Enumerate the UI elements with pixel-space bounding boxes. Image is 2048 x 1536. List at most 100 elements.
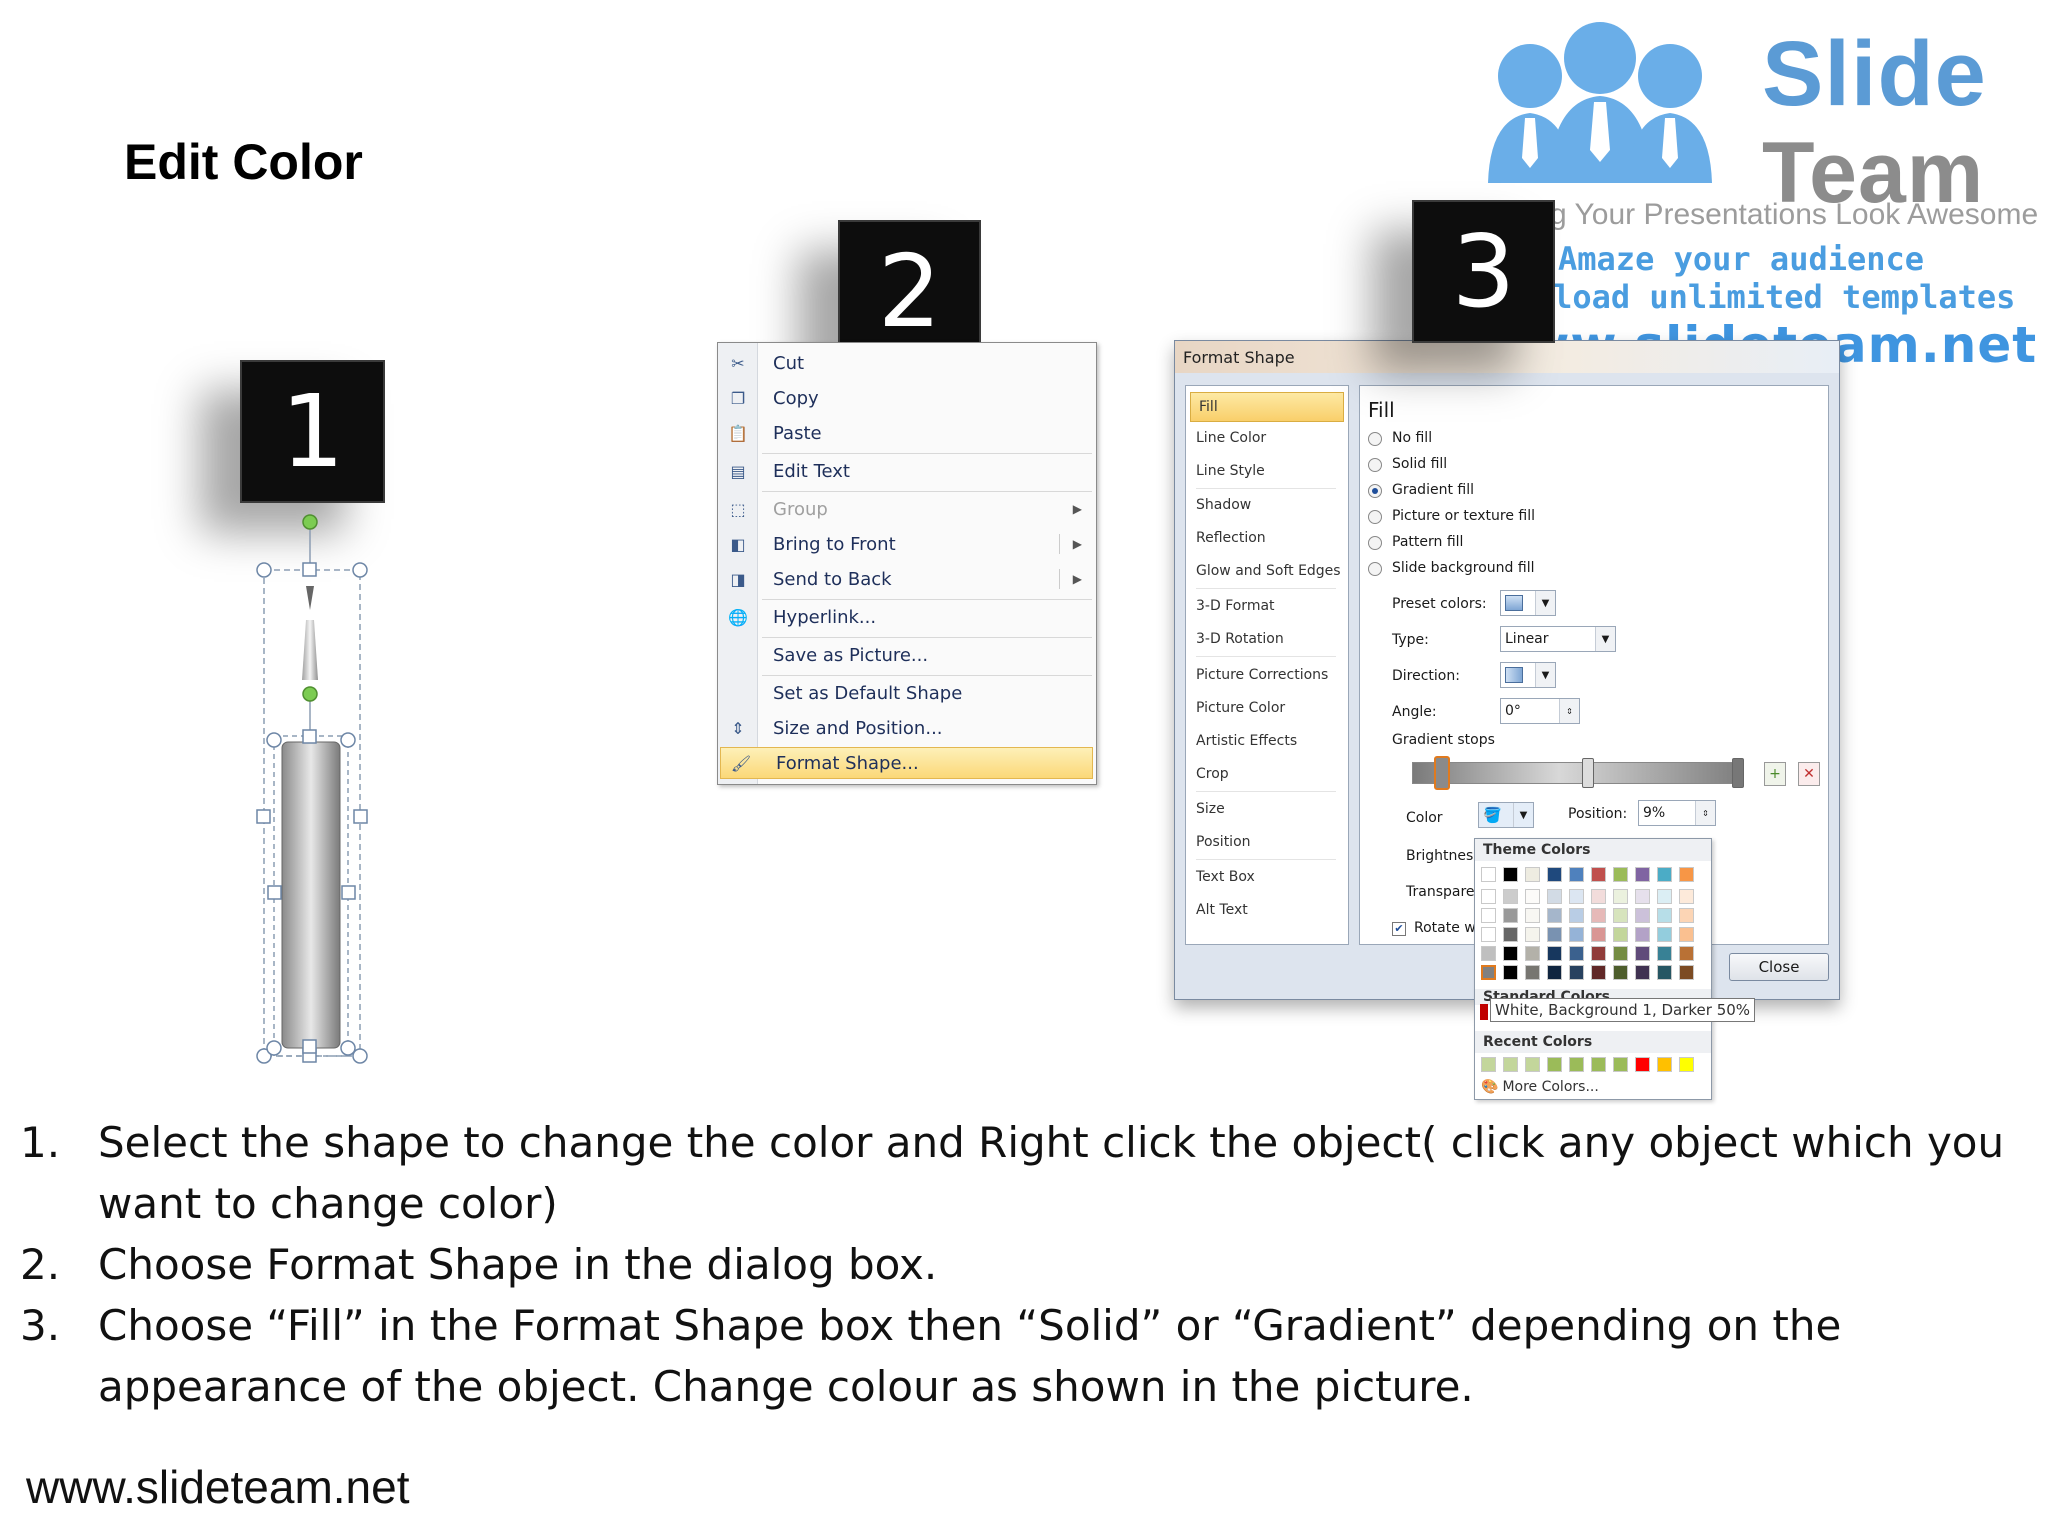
radio-solid-fill[interactable] <box>1368 458 1382 472</box>
nav-item-fill[interactable]: Fill <box>1190 392 1344 422</box>
menu-item-save-as-picture[interactable]: Save as Picture... <box>718 639 1096 671</box>
menu-item-bring-to-front[interactable]: ◧ Bring to Front ▶ <box>718 528 1096 560</box>
theme-color-swatch[interactable] <box>1481 965 1496 980</box>
theme-color-swatch[interactable] <box>1657 927 1672 942</box>
menu-item-cut[interactable]: ✂ Cut <box>718 347 1096 379</box>
nav-item-position[interactable]: Position <box>1196 834 1251 850</box>
theme-color-swatch[interactable] <box>1569 889 1584 904</box>
theme-color-swatch[interactable] <box>1569 946 1584 961</box>
gradient-stop[interactable] <box>1582 758 1594 788</box>
theme-color-swatch[interactable] <box>1481 889 1496 904</box>
more-colors-item[interactable]: 🎨 More Colors... <box>1481 1079 1599 1095</box>
direction-dropdown[interactable]: ▼ <box>1500 662 1556 688</box>
theme-color-swatch[interactable] <box>1679 946 1694 961</box>
nav-item-alt-text[interactable]: Alt Text <box>1196 902 1248 918</box>
recent-color-swatch[interactable] <box>1481 1057 1496 1072</box>
theme-color-swatch[interactable] <box>1679 908 1694 923</box>
menu-item-format-shape[interactable]: 🖌 Format Shape... <box>720 747 1093 779</box>
theme-color-swatch[interactable] <box>1657 946 1672 961</box>
theme-color-swatch[interactable] <box>1503 927 1518 942</box>
nav-item-reflection[interactable]: Reflection <box>1196 530 1266 546</box>
nav-item-line-style[interactable]: Line Style <box>1196 463 1265 479</box>
theme-color-swatch[interactable] <box>1547 889 1562 904</box>
recent-color-swatch[interactable] <box>1679 1057 1694 1072</box>
color-picker-button[interactable]: 🪣 ▼ <box>1478 802 1534 828</box>
theme-color-swatch[interactable] <box>1591 965 1606 980</box>
nav-item-picture-color[interactable]: Picture Color <box>1196 700 1285 716</box>
radio-no-fill[interactable] <box>1368 432 1382 446</box>
theme-color-swatch[interactable] <box>1635 946 1650 961</box>
nav-item-text-box[interactable]: Text Box <box>1196 869 1255 885</box>
recent-color-swatch[interactable] <box>1635 1057 1650 1072</box>
theme-color-swatch[interactable] <box>1547 946 1562 961</box>
theme-color-swatch[interactable] <box>1569 908 1584 923</box>
menu-item-hyperlink[interactable]: 🌐 Hyperlink... <box>718 601 1096 633</box>
theme-color-swatch[interactable] <box>1635 889 1650 904</box>
theme-color-swatch[interactable] <box>1657 867 1672 882</box>
gradient-stop-selected[interactable] <box>1434 756 1450 790</box>
position-spinner[interactable]: 9% ⇕ <box>1638 800 1716 826</box>
radio-picture-texture-fill[interactable] <box>1368 510 1382 524</box>
add-stop-icon[interactable]: + <box>1764 762 1786 786</box>
theme-color-swatch[interactable] <box>1613 867 1628 882</box>
theme-color-swatch[interactable] <box>1635 908 1650 923</box>
theme-color-swatch[interactable] <box>1657 889 1672 904</box>
theme-color-swatch[interactable] <box>1613 927 1628 942</box>
theme-color-swatch[interactable] <box>1481 927 1496 942</box>
theme-color-swatch[interactable] <box>1679 927 1694 942</box>
nav-item-line-color[interactable]: Line Color <box>1196 430 1266 446</box>
recent-color-swatch[interactable] <box>1569 1057 1584 1072</box>
recent-color-swatch[interactable] <box>1525 1057 1540 1072</box>
menu-item-edit-text[interactable]: ▤ Edit Text <box>718 455 1096 487</box>
theme-color-swatch[interactable] <box>1481 908 1496 923</box>
menu-item-group[interactable]: ⬚ Group ▶ <box>718 493 1096 525</box>
theme-color-swatch[interactable] <box>1679 889 1694 904</box>
nav-item-crop[interactable]: Crop <box>1196 766 1229 782</box>
theme-color-swatch[interactable] <box>1613 889 1628 904</box>
recent-color-swatch[interactable] <box>1657 1057 1672 1072</box>
theme-color-swatch[interactable] <box>1525 908 1540 923</box>
theme-color-swatch[interactable] <box>1679 867 1694 882</box>
menu-item-size-and-position[interactable]: ⇕ Size and Position... <box>718 712 1096 744</box>
selected-shape[interactable] <box>250 510 380 1070</box>
nav-item-3d-format[interactable]: 3-D Format <box>1196 598 1275 614</box>
theme-color-swatch[interactable] <box>1525 927 1540 942</box>
nav-item-artistic-effects[interactable]: Artistic Effects <box>1196 733 1297 749</box>
theme-color-swatch[interactable] <box>1525 946 1540 961</box>
theme-color-swatch[interactable] <box>1525 867 1540 882</box>
theme-color-swatch[interactable] <box>1503 908 1518 923</box>
theme-color-swatch[interactable] <box>1503 946 1518 961</box>
theme-color-swatch[interactable] <box>1547 908 1562 923</box>
menu-item-set-default-shape[interactable]: Set as Default Shape <box>718 677 1096 709</box>
theme-color-swatch[interactable] <box>1679 965 1694 980</box>
theme-color-swatch[interactable] <box>1481 867 1496 882</box>
close-button[interactable]: Close <box>1729 953 1829 981</box>
theme-color-swatch[interactable] <box>1613 965 1628 980</box>
theme-color-swatch[interactable] <box>1547 927 1562 942</box>
theme-color-swatch[interactable] <box>1591 927 1606 942</box>
theme-color-swatch[interactable] <box>1569 965 1584 980</box>
theme-color-swatch[interactable] <box>1503 965 1518 980</box>
theme-color-swatch[interactable] <box>1591 867 1606 882</box>
theme-color-swatch[interactable] <box>1635 927 1650 942</box>
preset-colors-dropdown[interactable]: ▼ <box>1500 590 1556 616</box>
nav-item-shadow[interactable]: Shadow <box>1196 497 1251 513</box>
gradient-stop[interactable] <box>1732 758 1744 788</box>
recent-color-swatch[interactable] <box>1503 1057 1518 1072</box>
rotate-checkbox[interactable]: ✔ <box>1392 922 1406 936</box>
recent-color-swatch[interactable] <box>1547 1057 1562 1072</box>
menu-item-send-to-back[interactable]: ◨ Send to Back ▶ <box>718 563 1096 595</box>
theme-color-swatch[interactable] <box>1525 965 1540 980</box>
gradient-stops-bar[interactable] <box>1412 762 1738 784</box>
theme-color-swatch[interactable] <box>1503 889 1518 904</box>
theme-color-swatch[interactable] <box>1481 946 1496 961</box>
theme-color-swatch[interactable] <box>1591 946 1606 961</box>
radio-gradient-fill[interactable] <box>1368 484 1382 498</box>
theme-color-swatch[interactable] <box>1635 867 1650 882</box>
nav-item-3d-rotation[interactable]: 3-D Rotation <box>1196 631 1284 647</box>
recent-color-swatch[interactable] <box>1591 1057 1606 1072</box>
recent-color-swatch[interactable] <box>1613 1057 1628 1072</box>
theme-color-swatch[interactable] <box>1657 965 1672 980</box>
menu-item-paste[interactable]: 📋 Paste <box>718 417 1096 449</box>
theme-color-swatch[interactable] <box>1547 965 1562 980</box>
